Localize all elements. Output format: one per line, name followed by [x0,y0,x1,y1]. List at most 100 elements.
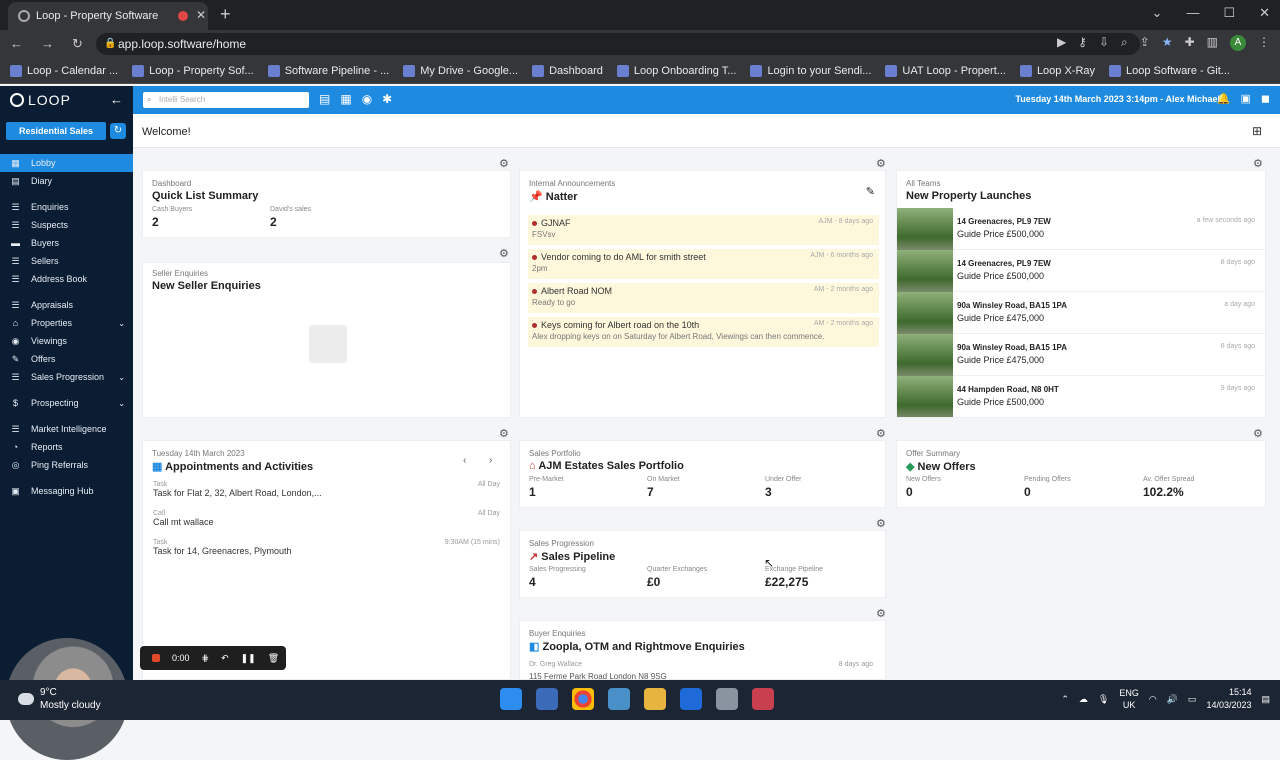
appointment-item[interactable]: Call Call mt wallace All Day [143,510,510,539]
settings-gear-icon[interactable]: ⚙ [876,517,886,530]
stat-on-market[interactable]: On Market 7 [647,476,680,499]
wifi-icon[interactable]: ◠ [1149,694,1157,705]
zoom-icon[interactable]: ⌕ [1121,35,1128,51]
url-field[interactable]: 🔒 app.loop.software/home [96,33,1140,55]
user-avatar[interactable]: ◼ [1261,92,1270,105]
sidebar-item-properties[interactable]: ⌂ Properties ⌄ [0,314,133,332]
settings-gear-icon[interactable]: ⚙ [499,157,509,170]
star-icon[interactable]: ★ [1162,35,1173,51]
settings-gear-icon[interactable]: ⚙ [499,247,509,260]
stat-davids-sales[interactable]: David's sales 2 [270,206,311,229]
refresh-icon[interactable]: ↻ [110,123,126,139]
folder-icon[interactable] [644,688,666,710]
dropbox-icon[interactable] [680,688,702,710]
profile-avatar[interactable]: A [1230,35,1246,51]
language-indicator[interactable]: ENG UK [1119,687,1139,711]
sidebar-item-viewings[interactable]: ◉ Viewings [0,332,133,350]
intelli-search-input[interactable]: ⌕ Intelli Search [143,92,309,108]
notification-icon[interactable]: ▤ [1261,694,1270,705]
announcement-item[interactable]: GJNAF FSVsv AJM - 8 days ago [528,215,879,245]
sidebar-item-appraisals[interactable]: ☰ Appraisals [0,296,133,314]
eye-tool-icon[interactable]: ◉ [362,92,372,106]
launch-item[interactable]: 14 Greenacres, PL9 7EW Guide Price £500,0… [897,250,1265,292]
install-icon[interactable]: ⇩ [1099,35,1109,51]
settings-app-icon[interactable] [716,688,738,710]
bookmark-item[interactable]: UAT Loop - Propert... [885,64,1006,77]
enquiry-name[interactable]: Dr. Greg Wallace [529,661,582,668]
sidebar-item-reports[interactable]: ◔ Reports [0,438,133,456]
launch-item[interactable]: 90a Winsley Road, BA15 1PA Guide Price £4… [897,334,1265,376]
appointment-item[interactable]: Task Task for Flat 2, 32, Albert Road, Lo… [143,481,510,510]
collapse-sidebar-icon[interactable]: ← [110,92,123,107]
stat-offer-spread[interactable]: Av. Offer Spread 102.2% [1143,476,1194,499]
sidebar-item-sales-progression[interactable]: ☰ Sales Progression ⌄ [0,368,133,386]
sidebar-item-ping-referrals[interactable]: ◎ Ping Referrals [0,456,133,474]
launch-item[interactable]: 14 Greenacres, PL9 7EW Guide Price £500,0… [897,208,1265,250]
sidebar-item-lobby[interactable]: ▦ Lobby [0,154,133,172]
settings-gear-icon[interactable]: ⚙ [1253,157,1263,170]
sidebar-item-suspects[interactable]: ☰ Suspects [0,216,133,234]
settings-gear-icon[interactable]: ⚙ [876,157,886,170]
stat-sales-progressing[interactable]: Sales Progressing 4 [529,566,586,589]
bell-icon[interactable]: 🔔 [1217,92,1231,105]
forward-icon[interactable]: → [41,36,54,52]
trash-icon[interactable]: 🗑 [268,653,279,664]
bookmark-item[interactable]: Login to your Sendi... [750,64,871,77]
sidebar-item-market-intelligence[interactable]: ☰ Market Intelligence [0,420,133,438]
tools-icon[interactable]: ✱ [382,92,392,106]
bookmark-item[interactable]: Loop - Calendar ... [10,64,118,77]
clock[interactable]: 15:14 14/03/2023 [1206,686,1251,712]
stat-under-offer[interactable]: Under Offer 3 [765,476,801,499]
tab-search-icon[interactable]: ⌄ [1152,5,1163,21]
sidebar-item-prospecting[interactable]: $ Prospecting ⌄ [0,394,133,412]
battery-icon[interactable]: ▭ [1188,694,1197,705]
bookmark-item[interactable]: Software Pipeline - ... [267,64,389,77]
close-tab-icon[interactable]: ✕ [196,8,206,22]
sidepanel-icon[interactable]: ▥ [1207,35,1218,51]
settings-gear-icon[interactable]: ⚙ [876,427,886,440]
settings-gear-icon[interactable]: ⚙ [1253,427,1263,440]
app-icon[interactable] [752,688,774,710]
bookmark-item[interactable]: Dashboard [532,64,603,77]
department-selector[interactable]: Residential Sales [6,122,106,140]
sidebar-item-diary[interactable]: ▤ Diary [0,172,133,190]
bookmark-item[interactable]: My Drive - Google... [403,64,518,77]
sidebar-item-messaging-hub[interactable]: ▣ Messaging Hub [0,482,133,500]
maximize-button[interactable]: ☐ [1223,5,1235,21]
volume-icon[interactable]: 🔊 [1167,694,1178,705]
add-widget-icon[interactable]: ⊞ [1252,124,1262,138]
stat-new-offers[interactable]: New Offers 0 [906,476,941,499]
people-icon[interactable]: ▤ [319,92,330,106]
teams-icon[interactable] [536,688,558,710]
chevron-up-icon[interactable]: ⌃ [1061,694,1069,705]
stat-cash-buyers[interactable]: Cash Buyers 2 [152,206,192,229]
bookmark-item[interactable]: Loop - Property Sof... [132,64,254,77]
sidebar-item-address-book[interactable]: ☰ Address Book [0,270,133,288]
sidebar-item-enquiries[interactable]: ☰ Enquiries [0,198,133,216]
bookmark-item[interactable]: Loop Onboarding T... [616,64,736,77]
launch-item[interactable]: 90a Winsley Road, BA15 1PA Guide Price £4… [897,292,1265,334]
browser-menu-icon[interactable]: ⋮ [1258,35,1270,51]
share-icon[interactable]: ⇪ [1140,35,1150,51]
bookmark-item[interactable]: Loop X-Ray [1019,64,1095,77]
stat-quarter-exchanges[interactable]: Quarter Exchanges £0 [647,566,707,589]
slack-icon[interactable] [608,688,630,710]
compose-icon[interactable]: ✎ [866,185,875,198]
next-day-button[interactable]: › [489,455,492,466]
pause-icon[interactable]: ❚❚ [241,653,256,664]
grid-icon[interactable]: ⋕ [202,653,210,664]
sidebar-item-offers[interactable]: ✎ Offers [0,350,133,368]
chrome-icon[interactable] [572,688,594,710]
sidebar-item-sellers[interactable]: ☰ Sellers [0,252,133,270]
announcement-item[interactable]: Albert Road NOM Ready to go AM - 2 months … [528,283,879,313]
list-icon[interactable]: ▦ [340,92,351,106]
extension-icon[interactable]: ✚ [1185,35,1195,51]
onedrive-icon[interactable]: ☁ [1079,694,1088,705]
appointment-item[interactable]: Task Task for 14, Greenacres, Plymouth 9:3… [143,539,510,568]
new-tab-button[interactable]: + [220,4,231,25]
announcement-item[interactable]: Vendor coming to do AML for smith street… [528,249,879,279]
reload-icon[interactable]: ↻ [72,36,83,52]
bookmark-item[interactable]: Loop Software - Git... [1109,64,1230,77]
stop-record-button[interactable] [152,654,160,662]
start-icon[interactable] [500,688,522,710]
